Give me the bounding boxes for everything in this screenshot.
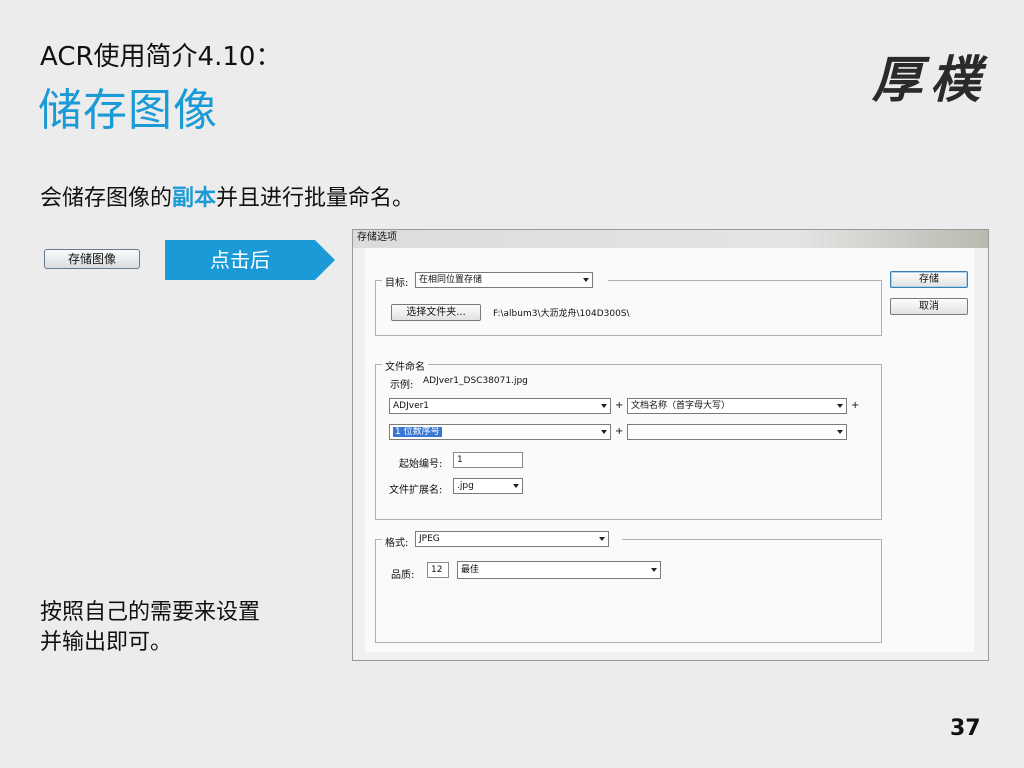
destination-select[interactable]: 在相同位置存储 — [415, 272, 593, 288]
dialog-body: 目标: 在相同位置存储 选择文件夹... F:\album3\大沥龙舟\104D… — [365, 248, 974, 652]
outro-line2: 并输出即可。 — [40, 630, 173, 655]
format-label: 格式: — [385, 538, 409, 549]
format-group — [375, 539, 882, 643]
page-number: 37 — [950, 716, 981, 741]
chevron-down-icon — [513, 484, 519, 488]
chevron-down-icon — [837, 430, 843, 434]
quality-label: 品质: — [391, 570, 415, 581]
save-button[interactable]: 存储 — [890, 271, 968, 288]
chevron-down-icon — [599, 537, 605, 541]
chevron-down-icon — [583, 278, 589, 282]
chevron-down-icon — [837, 404, 843, 408]
naming-field-2[interactable]: 文档名称（首字母大写） — [627, 398, 847, 414]
chevron-down-icon — [601, 404, 607, 408]
quality-input[interactable]: 12 — [427, 562, 449, 578]
choose-folder-button[interactable]: 选择文件夹... — [391, 304, 481, 321]
extension-label: 文件扩展名: — [389, 485, 443, 496]
example-label: 示例: — [390, 380, 414, 391]
cancel-button[interactable]: 取消 — [890, 298, 968, 315]
slide-title: 储存图像 — [38, 85, 218, 136]
intro-highlight: 副本 — [172, 186, 217, 211]
destination-label: 目标: — [385, 278, 409, 289]
plus-sign: + — [851, 400, 860, 411]
logo: 厚樸 — [872, 50, 988, 109]
click-arrow: 点击后 — [165, 240, 335, 280]
save-options-dialog: 存储选项 目标: 在相同位置存储 选择文件夹... F:\album3\大沥龙舟… — [352, 229, 989, 661]
destination-value: 在相同位置存储 — [419, 275, 483, 285]
plus-sign: + — [615, 426, 624, 437]
save-image-button[interactable]: 存储图像 — [44, 249, 140, 269]
naming-field-3-value: 1 位数序号 — [393, 427, 442, 437]
naming-field-1[interactable]: ADJver1 — [389, 398, 611, 414]
format-value: JPEG — [419, 534, 440, 544]
quality-level-value: 最佳 — [461, 565, 480, 575]
slide-title-small: ACR使用简介4.10： — [40, 42, 282, 72]
intro-after: 并且进行批量命名。 — [216, 186, 415, 211]
intro-before: 会储存图像的 — [40, 186, 173, 211]
outro-line1: 按照自己的需要来设置 — [40, 600, 261, 625]
chevron-down-icon — [651, 568, 657, 572]
naming-group — [375, 364, 882, 520]
plus-sign: + — [615, 400, 624, 411]
naming-field-2-value: 文档名称（首字母大写） — [631, 401, 731, 411]
destination-path: F:\album3\大沥龙舟\104D300S\ — [493, 309, 630, 319]
extension-value: .jpg — [457, 481, 474, 491]
start-number-label: 起始编号: — [399, 459, 443, 470]
chevron-down-icon — [601, 430, 607, 434]
dialog-title: 存储选项 — [353, 230, 988, 248]
example-value: ADJver1_DSC38071.jpg — [423, 376, 528, 386]
start-number-input[interactable]: 1 — [453, 452, 523, 468]
intro-text: 会储存图像的副本并且进行批量命名。 — [40, 180, 414, 212]
naming-field-1-value: ADJver1 — [393, 401, 430, 411]
arrow-label: 点击后 — [210, 248, 270, 272]
naming-field-3[interactable]: 1 位数序号 — [389, 424, 611, 440]
quality-level-select[interactable]: 最佳 — [457, 561, 661, 579]
outro-text: 按照自己的需要来设置 并输出即可。 — [40, 598, 260, 658]
format-select[interactable]: JPEG — [415, 531, 609, 547]
naming-field-4[interactable] — [627, 424, 847, 440]
naming-legend: 文件命名 — [385, 362, 425, 373]
extension-select[interactable]: .jpg — [453, 478, 523, 494]
